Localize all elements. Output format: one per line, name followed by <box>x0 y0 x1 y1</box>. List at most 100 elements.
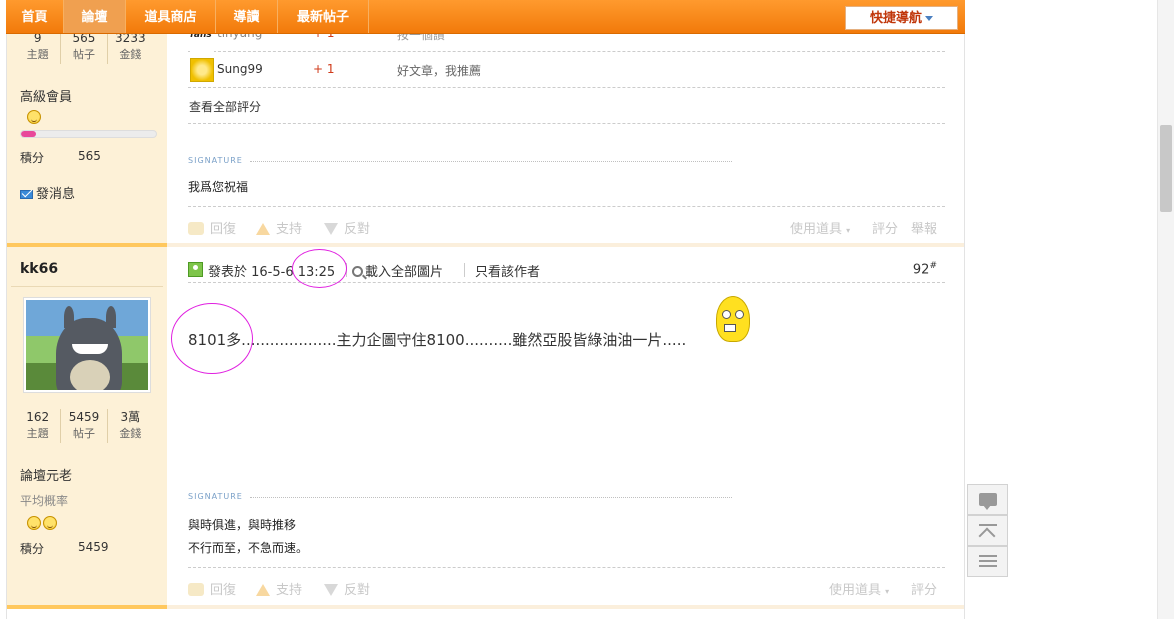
oppose-button[interactable]: 反對 <box>324 218 370 237</box>
reply-label: 回復 <box>210 222 237 237</box>
floor-number: 92 <box>912 262 930 278</box>
divider <box>188 123 945 124</box>
thumb-down-icon <box>324 223 338 235</box>
reply-icon <box>188 222 204 235</box>
user-points: 積分 565 <box>20 149 101 166</box>
thumb-down-icon <box>324 584 338 596</box>
reply-button[interactable]: 回復 <box>188 218 236 237</box>
nav-item-home[interactable]: 首頁 <box>6 0 64 33</box>
quick-nav-label: 快捷導航 <box>869 11 922 26</box>
nav-item-shop[interactable]: 道具商店 <box>126 0 216 33</box>
rating-score: + 1 <box>313 62 335 76</box>
post-divider <box>167 605 964 609</box>
report-button[interactable]: 舉報 <box>911 218 937 237</box>
stat-money[interactable]: 3233 金錢 <box>108 30 153 64</box>
signature-text: 與時俱進，與時推移 不行而至，不急而速。 <box>188 514 308 560</box>
stat-money[interactable]: 3萬 金錢 <box>108 409 153 443</box>
back-to-top-icon <box>978 523 997 538</box>
user-rank[interactable]: 高級會員 <box>20 86 72 105</box>
user-points: 積分 5459 <box>20 540 109 557</box>
post-divider <box>7 605 167 609</box>
author-username[interactable]: kk66 <box>20 261 58 277</box>
thumb-up-icon <box>256 223 270 235</box>
back-to-list-button[interactable] <box>967 546 1008 577</box>
signature-label: SIGNATURE <box>188 156 243 165</box>
stat-money-label: 金錢 <box>119 427 142 440</box>
stat-posts[interactable]: 565 帖子 <box>61 30 108 64</box>
quick-nav-button[interactable]: 快捷導航 <box>845 6 958 30</box>
stat-topics-label: 主題 <box>26 48 49 61</box>
points-value: 5459 <box>78 540 109 554</box>
annotation-circle <box>171 303 253 374</box>
chevron-down-icon: ▾ <box>846 226 851 235</box>
nav-item-latest-posts[interactable]: 最新帖子 <box>278 0 369 33</box>
signature-text: 我爲您祝福 <box>188 180 249 194</box>
points-label: 積分 <box>20 151 45 165</box>
points-value: 565 <box>78 149 101 163</box>
rate-button[interactable]: 評分 <box>872 218 898 237</box>
use-tools-button[interactable]: 使用道具 ▾ <box>829 579 889 598</box>
author1-stats: 9 主題 565 帖子 3233 金錢 <box>15 30 153 64</box>
stat-posts-value: 5459 <box>68 410 100 424</box>
signature-line: 不行而至，不急而速。 <box>188 541 309 555</box>
nav-item-guide[interactable]: 導讀 <box>216 0 278 33</box>
stat-posts-label: 帖子 <box>72 427 95 440</box>
stat-topics-value: 162 <box>26 410 50 424</box>
view-all-ratings-link[interactable]: 查看全部評分 <box>189 98 261 115</box>
divider <box>188 567 945 568</box>
list-icon <box>978 554 997 569</box>
caret-down-icon <box>925 16 933 21</box>
signature-label: SIGNATURE <box>188 492 243 501</box>
post-message: 8101多....................主力企圖守住8100.....… <box>188 331 687 349</box>
rate-button[interactable]: 評分 <box>911 579 937 598</box>
stat-topics[interactable]: 9 主題 <box>15 30 62 64</box>
chevron-down-icon: ▾ <box>885 587 890 596</box>
nav-item-forum[interactable]: 論壇 <box>64 0 126 33</box>
load-all-images-link[interactable]: 載入全部圖片 <box>352 261 443 280</box>
post1-actions: 回復 支持 反對 使用道具 ▾ 評分 舉報 <box>188 218 945 238</box>
oppose-label: 反對 <box>344 583 371 598</box>
rating-note: 好文章，我推薦 <box>397 64 482 78</box>
quick-reply-button[interactable] <box>967 484 1008 515</box>
signature-divider <box>250 161 732 162</box>
annotation-circle <box>292 249 347 288</box>
forum-page: 9主題 565帖子 3233金錢 高級會員 積分 565 發消息 fans ti… <box>0 0 1174 619</box>
back-to-top-button[interactable] <box>967 515 1008 546</box>
comment-icon <box>978 493 997 510</box>
rater-name[interactable]: Sung99 <box>217 62 263 76</box>
vertical-scrollbar[interactable] <box>1157 0 1174 619</box>
signature-line: 與時俱進，與時推移 <box>188 518 297 532</box>
rank-star-icon <box>27 110 43 127</box>
support-button[interactable]: 支持 <box>256 218 302 237</box>
top-navigation: 首頁 論壇 道具商店 導讀 最新帖子 快捷導航 <box>6 0 965 34</box>
user-subrank: 平均概率 <box>20 494 69 508</box>
emoticon-icon <box>712 296 754 346</box>
stat-topics[interactable]: 162 主題 <box>15 409 62 443</box>
use-tools-button[interactable]: 使用道具 ▾ <box>790 218 850 237</box>
view-author-only-link[interactable]: 只看該作者 <box>475 261 540 280</box>
stat-posts[interactable]: 5459 帖子 <box>61 409 108 443</box>
scrollbar-thumb[interactable] <box>1160 125 1172 212</box>
points-label: 積分 <box>20 542 45 556</box>
post-floor-link[interactable]: 92# <box>913 261 937 277</box>
support-button[interactable]: 支持 <box>256 579 302 598</box>
post2-actions: 回復 支持 反對 使用道具 ▾ 評分 <box>188 579 945 599</box>
separator <box>464 263 465 277</box>
send-message-link[interactable]: 發消息 <box>20 183 75 202</box>
rating-row: Sung99 + 1 好文章，我推薦 <box>188 52 945 88</box>
oppose-button[interactable]: 反對 <box>324 579 370 598</box>
author2-stats: 162 主題 5459 帖子 3萬 金錢 <box>15 409 153 443</box>
author-avatar[interactable] <box>23 297 151 393</box>
send-message-label: 發消息 <box>36 187 76 202</box>
rater-avatar[interactable] <box>190 58 214 82</box>
rank-star-icons <box>27 516 59 533</box>
reply-button[interactable]: 回復 <box>188 579 236 598</box>
divider <box>188 206 945 207</box>
use-tools-label: 使用道具 <box>829 583 882 598</box>
divider <box>11 286 163 287</box>
reply-label: 回復 <box>210 583 237 598</box>
load-all-images-label: 載入全部圖片 <box>365 265 444 280</box>
user-rank[interactable]: 論壇元老 <box>20 465 72 484</box>
rank-progress-fill <box>21 131 36 137</box>
stat-posts-label: 帖子 <box>72 48 95 61</box>
